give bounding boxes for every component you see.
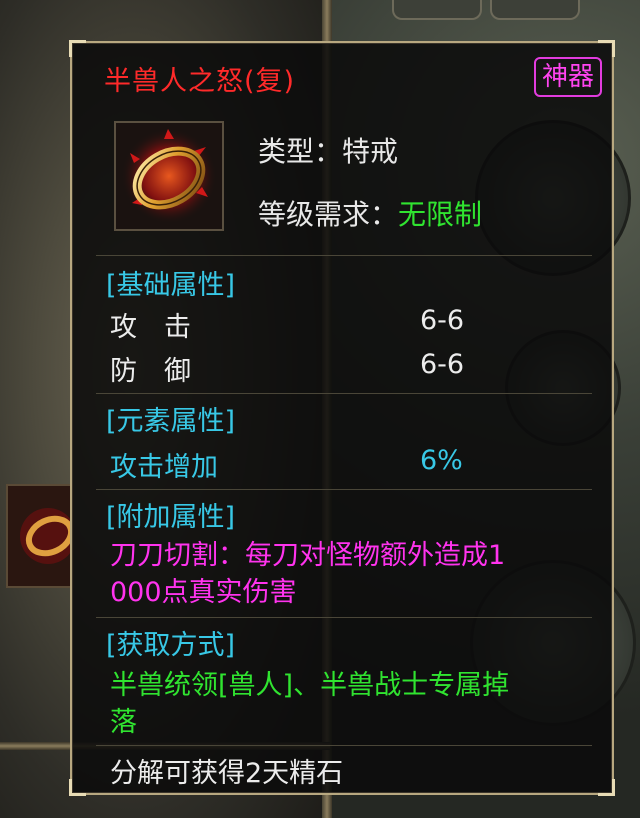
frame-corner	[598, 779, 615, 796]
stat-label-defense: 防 御	[110, 356, 191, 387]
extra-attribute-line2: 000点真实伤害	[110, 577, 297, 608]
item-type: 类型：特戒	[258, 135, 399, 168]
frame-corner	[598, 40, 615, 57]
stat-value-attack-bonus: 6%	[420, 445, 463, 476]
stat-value-defense: 6-6	[420, 349, 465, 380]
frame-corner	[69, 40, 86, 57]
stat-label-attack-bonus: 攻击增加	[110, 452, 218, 483]
ring-icon	[116, 123, 222, 229]
level-value: 无限制	[398, 198, 483, 231]
section-title-basic: [基础属性]	[106, 270, 236, 301]
stat-value-attack: 6-6	[420, 305, 465, 336]
resource-counter	[490, 0, 580, 20]
section-title-source: [获取方式]	[106, 630, 236, 661]
item-name: 半兽人之怒(复)	[104, 66, 296, 97]
resource-counter	[392, 0, 482, 20]
stat-label-attack: 攻 击	[110, 312, 191, 343]
level-requirement: 等级需求：无限制	[258, 193, 482, 233]
section-title-extra: [附加属性]	[106, 502, 236, 533]
equipped-ring-slot[interactable]	[6, 484, 74, 588]
extra-attribute-line1: 刀刀切割：每刀对怪物额外造成1	[110, 540, 506, 571]
frame-corner	[69, 779, 86, 796]
section-divider	[96, 393, 592, 394]
item-tooltip: 半兽人之怒(复) 神器 类型：特戒 等级需求：无限制 [基础属性] 攻 击 6-…	[69, 40, 615, 796]
artifact-badge: 神器	[534, 57, 603, 97]
source-text-line2: 落	[110, 707, 137, 738]
section-divider	[96, 255, 592, 256]
section-divider	[96, 745, 592, 746]
level-label: 等级需求：	[258, 198, 399, 231]
section-divider	[96, 617, 592, 618]
section-divider	[96, 489, 592, 490]
item-icon-frame	[114, 121, 224, 231]
ring-icon	[8, 486, 72, 586]
dismantle-reward: 分解可获得2天精石	[110, 758, 344, 789]
section-title-element: [元素属性]	[106, 406, 236, 437]
source-text-line1: 半兽统领[兽人]、半兽战士专属掉	[110, 670, 510, 701]
